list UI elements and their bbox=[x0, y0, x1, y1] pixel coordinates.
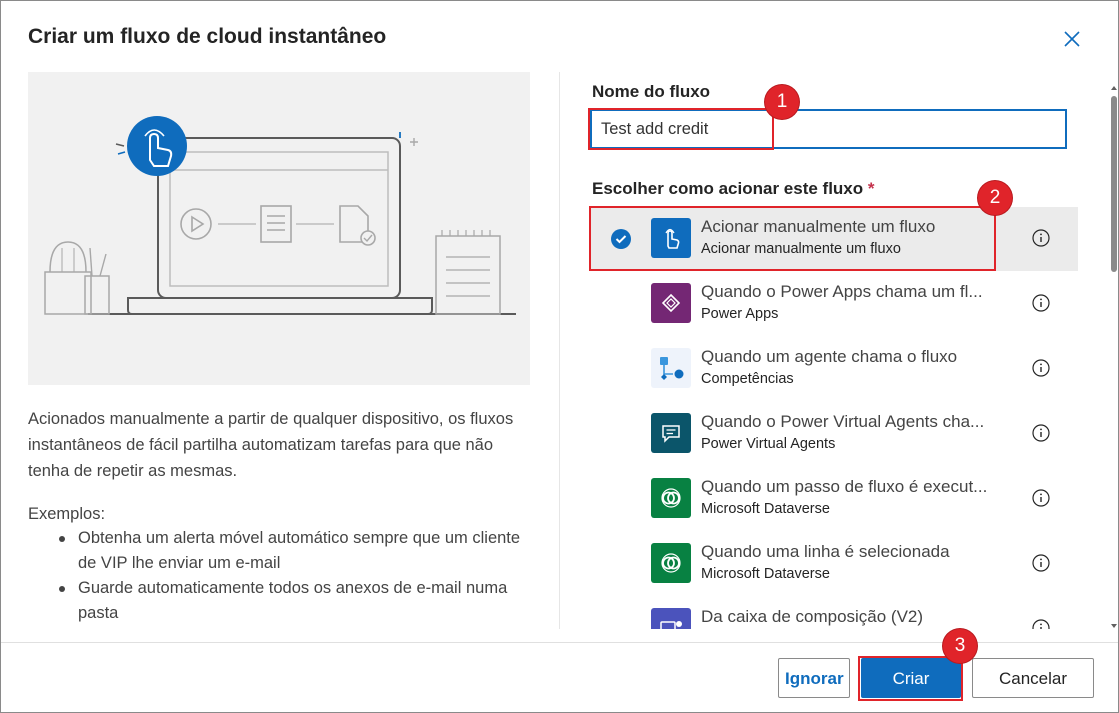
create-button[interactable]: Criar bbox=[861, 658, 961, 698]
trigger-subtitle: Power Virtual Agents bbox=[701, 436, 836, 452]
trigger-option-dataverse-row[interactable]: Quando uma linha é selecionada Microsoft… bbox=[591, 532, 1078, 596]
example-item: Guarde automaticamente todos os anexos d… bbox=[28, 576, 528, 626]
info-icon[interactable] bbox=[1032, 489, 1050, 507]
skip-button[interactable]: Ignorar bbox=[778, 658, 850, 698]
trigger-subtitle: Microsoft Dataverse bbox=[701, 566, 830, 582]
bullet-icon bbox=[59, 586, 65, 592]
examples-title: Exemplos: bbox=[28, 505, 106, 523]
info-icon[interactable] bbox=[1032, 619, 1050, 629]
laptop-illustration bbox=[44, 116, 516, 315]
trigger-option-manual[interactable]: Acionar manualmente um fluxo Acionar man… bbox=[591, 207, 1078, 271]
info-icon[interactable] bbox=[1032, 229, 1050, 247]
dataverse-icon bbox=[651, 478, 691, 518]
trigger-subtitle: Microsoft Dataverse bbox=[701, 501, 830, 517]
trigger-title: Da caixa de composição (V2) bbox=[701, 607, 924, 626]
trigger-label: Escolher como acionar este fluxo * bbox=[592, 179, 875, 198]
checkmark-icon bbox=[611, 229, 631, 249]
step-badge-2: 2 bbox=[978, 181, 1012, 215]
dataverse-icon bbox=[651, 543, 691, 583]
trigger-option-teams-compose[interactable]: Da caixa de composição (V2) bbox=[591, 597, 1078, 629]
chat-bot-icon bbox=[651, 413, 691, 453]
trigger-subtitle: Acionar manualmente um fluxo bbox=[701, 241, 901, 257]
illustration bbox=[28, 72, 530, 385]
scrollbar[interactable] bbox=[1109, 72, 1118, 642]
trigger-option-power-apps[interactable]: Quando o Power Apps chama um fl... Power… bbox=[591, 272, 1078, 336]
info-icon[interactable] bbox=[1032, 424, 1050, 442]
panel-divider bbox=[559, 72, 560, 629]
flow-name-input[interactable] bbox=[590, 109, 1067, 149]
trigger-option-agent[interactable]: Quando um agente chama o fluxo Competênc… bbox=[591, 337, 1078, 401]
teams-icon bbox=[651, 608, 691, 629]
info-icon[interactable] bbox=[1032, 359, 1050, 377]
close-icon[interactable] bbox=[1061, 28, 1083, 50]
trigger-list: Acionar manualmente um fluxo Acionar man… bbox=[591, 207, 1078, 629]
trigger-title: Quando o Power Virtual Agents cha... bbox=[701, 412, 985, 431]
trigger-title: Quando o Power Apps chama um fl... bbox=[701, 282, 983, 301]
trigger-title: Quando um passo de fluxo é execut... bbox=[701, 477, 988, 496]
trigger-title: Acionar manualmente um fluxo bbox=[701, 217, 936, 236]
dialog-title: Criar um fluxo de cloud instantâneo bbox=[28, 25, 387, 48]
flow-nodes-icon bbox=[651, 348, 691, 388]
trigger-option-pva[interactable]: Quando o Power Virtual Agents cha... Pow… bbox=[591, 402, 1078, 466]
hand-tap-icon bbox=[651, 218, 691, 258]
required-mark: * bbox=[867, 179, 875, 198]
create-flow-dialog: Criar um fluxo de cloud instantâneo Acio… bbox=[0, 0, 1119, 713]
info-icon[interactable] bbox=[1032, 554, 1050, 572]
trigger-title: Quando uma linha é selecionada bbox=[701, 542, 950, 561]
info-icon[interactable] bbox=[1032, 294, 1050, 312]
step-badge-1: 1 bbox=[765, 85, 799, 119]
examples-list: Obtenha um alerta móvel automático sempr… bbox=[28, 526, 528, 626]
cancel-button[interactable]: Cancelar bbox=[972, 658, 1094, 698]
example-item: Obtenha um alerta móvel automático sempr… bbox=[28, 526, 528, 576]
flow-name-label: Nome do fluxo bbox=[592, 82, 711, 101]
trigger-option-dataverse-step[interactable]: Quando um passo de fluxo é execut... Mic… bbox=[591, 467, 1078, 531]
step-badge-3: 3 bbox=[943, 629, 977, 663]
power-apps-icon bbox=[651, 283, 691, 323]
flow-description: Acionados manualmente a partir de qualqu… bbox=[28, 410, 514, 480]
trigger-subtitle: Competências bbox=[701, 371, 794, 387]
bullet-icon bbox=[59, 536, 65, 542]
trigger-title: Quando um agente chama o fluxo bbox=[701, 347, 958, 366]
trigger-subtitle: Power Apps bbox=[701, 306, 779, 322]
